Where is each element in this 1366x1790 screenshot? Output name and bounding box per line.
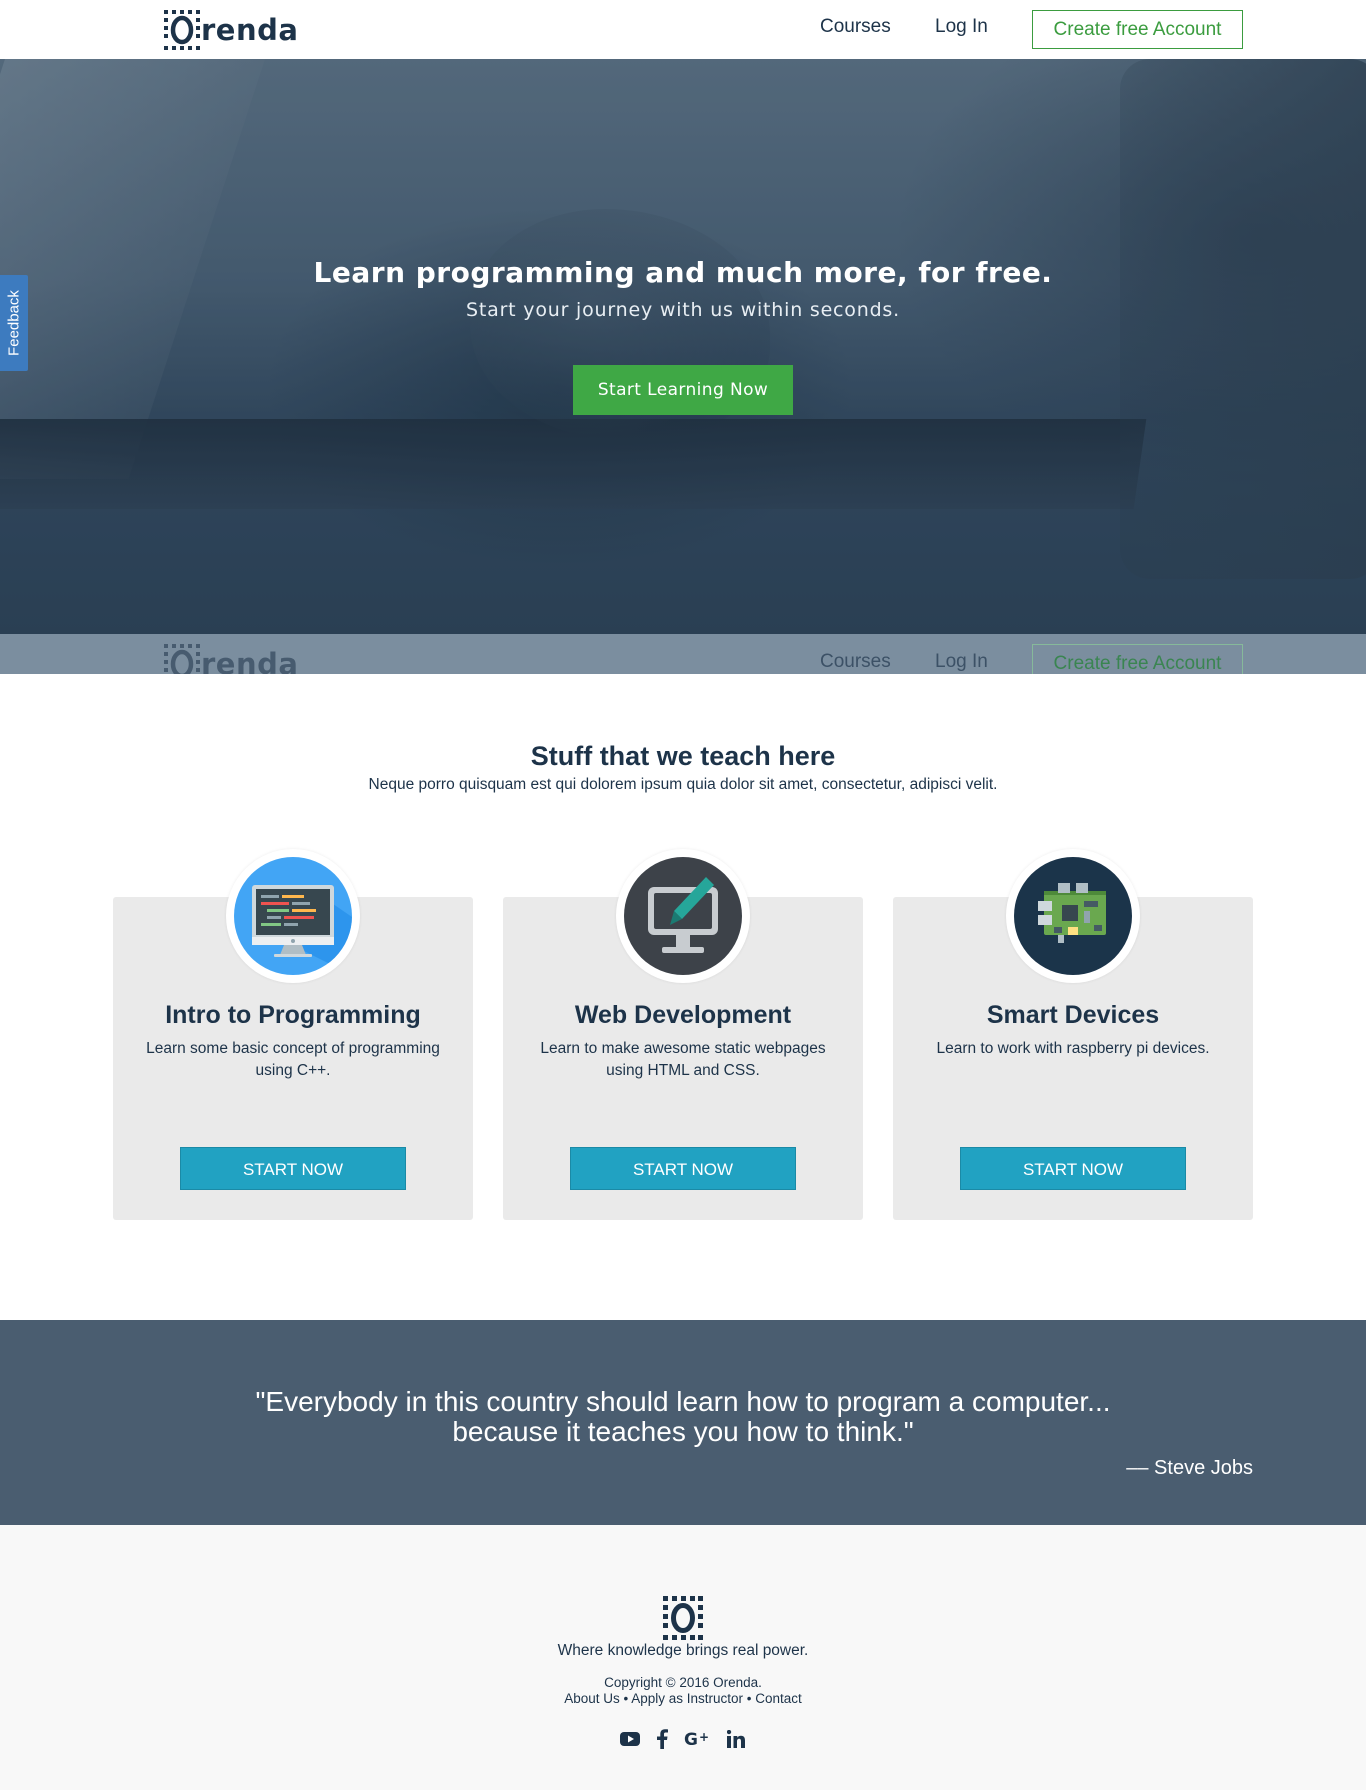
footer-tagline: Where knowledge brings real power. bbox=[557, 1642, 809, 1659]
feedback-label: Feedback bbox=[5, 290, 23, 356]
card-title: Smart Devices bbox=[986, 1001, 1160, 1029]
logo-mark-icon bbox=[164, 10, 200, 50]
circuit-board-icon bbox=[1014, 857, 1132, 975]
nav-courses-link[interactable]: Courses bbox=[820, 16, 891, 38]
linkedin-icon[interactable] bbox=[726, 1729, 746, 1749]
footer-links: About Us • Apply as Instructor • Contact bbox=[0, 1691, 1366, 1706]
nav-login-link[interactable]: Log In bbox=[935, 16, 988, 38]
quote-author: –– Steve Jobs bbox=[1126, 1457, 1253, 1479]
quote-banner: "Everybody in this country should learn … bbox=[0, 1320, 1366, 1525]
logo-mark-icon bbox=[164, 644, 200, 674]
site-footer: Where knowledge brings real power. Copyr… bbox=[0, 1525, 1366, 1790]
sticky-brand-logo[interactable]: renda bbox=[164, 644, 298, 674]
card-icon-frame bbox=[1006, 849, 1140, 983]
footer-logo-icon[interactable] bbox=[663, 1596, 703, 1640]
youtube-icon[interactable] bbox=[620, 1729, 640, 1749]
hero-subtitle: Start your journey with us within second… bbox=[466, 299, 900, 321]
footer-copyright: Copyright © 2016 Orenda. bbox=[604, 1675, 762, 1690]
card-title: Intro to Programming bbox=[165, 1001, 421, 1029]
card-description: Learn to make awesome static webpages us… bbox=[540, 1040, 826, 1079]
brand-logo[interactable]: renda bbox=[164, 10, 298, 50]
sticky-nav-courses-link[interactable]: Courses bbox=[820, 651, 891, 673]
about-us-link[interactable]: About Us bbox=[564, 1691, 620, 1706]
card-title: Web Development bbox=[574, 1001, 792, 1029]
computer-code-icon bbox=[234, 857, 352, 975]
sticky-create-account-button[interactable]: Create free Account bbox=[1032, 644, 1243, 674]
google-plus-icon[interactable]: G + bbox=[684, 1729, 714, 1749]
sticky-brand-name: renda bbox=[201, 647, 299, 674]
svg-text:G: G bbox=[684, 1730, 698, 1748]
feedback-tab[interactable]: Feedback bbox=[0, 275, 28, 371]
contact-link[interactable]: Contact bbox=[755, 1691, 802, 1706]
start-now-button[interactable]: START NOW bbox=[960, 1147, 1186, 1190]
top-navbar: renda Courses Log In Create free Account bbox=[0, 0, 1366, 59]
hero-overlay bbox=[0, 59, 1366, 634]
hero-title: Learn programming and much more, for fre… bbox=[313, 256, 1053, 289]
card-icon-frame bbox=[226, 849, 360, 983]
course-card-programming: Intro to Programming Learn some basic co… bbox=[113, 849, 473, 1220]
monitor-pen-icon bbox=[624, 857, 742, 975]
apply-instructor-link[interactable]: Apply as Instructor bbox=[631, 1691, 743, 1706]
start-learning-button[interactable]: Start Learning Now bbox=[573, 365, 793, 415]
start-now-button[interactable]: START NOW bbox=[570, 1147, 796, 1190]
card-icon-frame bbox=[616, 849, 750, 983]
course-card-smart-devices: Smart Devices Learn to work with raspber… bbox=[893, 849, 1253, 1220]
quote-line-2: because it teaches you how to think." bbox=[452, 1416, 914, 1447]
quote-text: "Everybody in this country should learn … bbox=[0, 1387, 1366, 1447]
footer-separator: • bbox=[743, 1691, 756, 1706]
section-title: Stuff that we teach here bbox=[530, 741, 836, 771]
svg-text:+: + bbox=[699, 1730, 709, 1744]
quote-line-1: "Everybody in this country should learn … bbox=[255, 1386, 1111, 1417]
facebook-icon[interactable] bbox=[652, 1729, 672, 1749]
sticky-navbar: renda Courses Log In Create free Account bbox=[0, 634, 1366, 674]
brand-name: renda bbox=[201, 13, 299, 47]
create-account-button[interactable]: Create free Account bbox=[1032, 10, 1243, 49]
sticky-nav-login-link[interactable]: Log In bbox=[935, 651, 988, 673]
hero-banner: Learn programming and much more, for fre… bbox=[0, 59, 1366, 634]
card-description: Learn to work with raspberry pi devices. bbox=[936, 1040, 1210, 1057]
course-card-web-development: Web Development Learn to make awesome st… bbox=[503, 849, 863, 1220]
social-links: G + bbox=[0, 1729, 1366, 1749]
section-subtitle: Neque porro quisquam est qui dolorem ips… bbox=[368, 776, 998, 793]
start-now-button[interactable]: START NOW bbox=[180, 1147, 406, 1190]
card-description: Learn some basic concept of programming … bbox=[146, 1040, 440, 1079]
footer-separator: • bbox=[619, 1691, 632, 1706]
